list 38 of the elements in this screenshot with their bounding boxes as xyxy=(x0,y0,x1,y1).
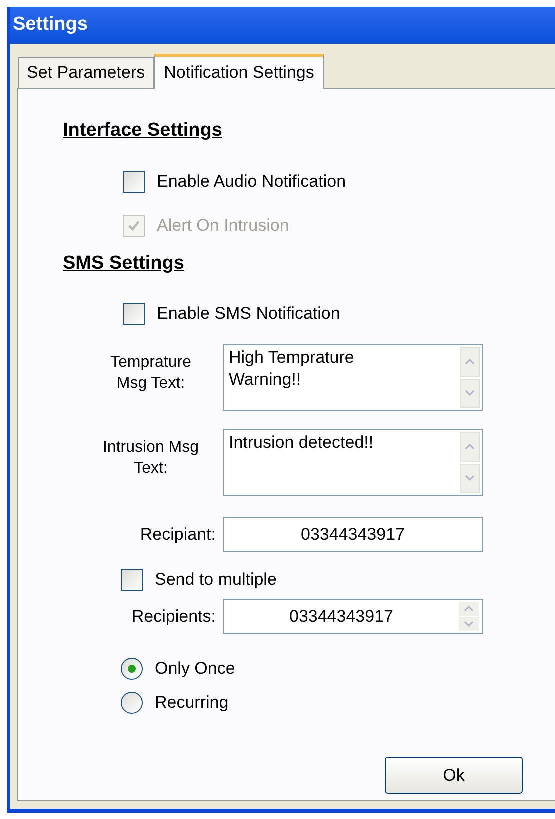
caret-down-icon xyxy=(465,390,475,396)
scroll-down-button[interactable] xyxy=(460,464,480,493)
caret-down-icon xyxy=(464,621,474,627)
caret-up-icon xyxy=(465,358,475,365)
checkbox[interactable] xyxy=(123,170,145,192)
checkbox[interactable] xyxy=(123,303,145,325)
text-area[interactable]: High Temprature Warning!! xyxy=(223,344,483,411)
radio-label: Recurring xyxy=(155,692,229,714)
tab[interactable]: Set Parameters xyxy=(18,57,154,88)
checkbox-label: Enable Audio Notification xyxy=(157,170,346,193)
check-icon xyxy=(127,218,141,232)
field-label: Intrusion Msg Text: xyxy=(102,438,200,479)
checkbox[interactable] xyxy=(121,569,143,591)
caret-down-icon xyxy=(465,475,475,482)
checkbox-label: Send to multiple xyxy=(155,569,277,592)
scroll-up-button[interactable] xyxy=(460,347,480,376)
field-label: Recipiant: xyxy=(139,524,217,546)
caret-up-icon xyxy=(464,606,474,612)
text-field[interactable]: 03344343917 xyxy=(223,517,483,552)
scroll-up-button[interactable] xyxy=(460,432,480,462)
field-label: Recipients: xyxy=(130,606,217,628)
caret-up-icon xyxy=(465,444,475,450)
window-title: Settings xyxy=(13,13,88,38)
checkbox-label: Enable SMS Notification xyxy=(157,303,340,326)
checkbox-label: Alert On Intrusion xyxy=(157,214,290,237)
spin-down-button[interactable] xyxy=(459,617,479,631)
tab[interactable]: Notification Settings xyxy=(154,54,324,89)
spin-up-button[interactable] xyxy=(459,602,479,616)
section-heading: Interface Settings xyxy=(63,119,222,143)
scroll-down-button[interactable] xyxy=(460,378,480,408)
section-heading: SMS Settings xyxy=(63,252,184,276)
radio-button[interactable] xyxy=(121,658,143,680)
field-label: Temprature Msg Text: xyxy=(110,353,192,394)
text-area[interactable]: Intrusion detected!! xyxy=(223,429,483,496)
spin-box[interactable]: 03344343917 xyxy=(223,599,483,634)
radio-button[interactable] xyxy=(121,692,143,714)
radio-label: Only Once xyxy=(155,658,236,680)
ok-button[interactable]: Ok xyxy=(385,757,523,794)
